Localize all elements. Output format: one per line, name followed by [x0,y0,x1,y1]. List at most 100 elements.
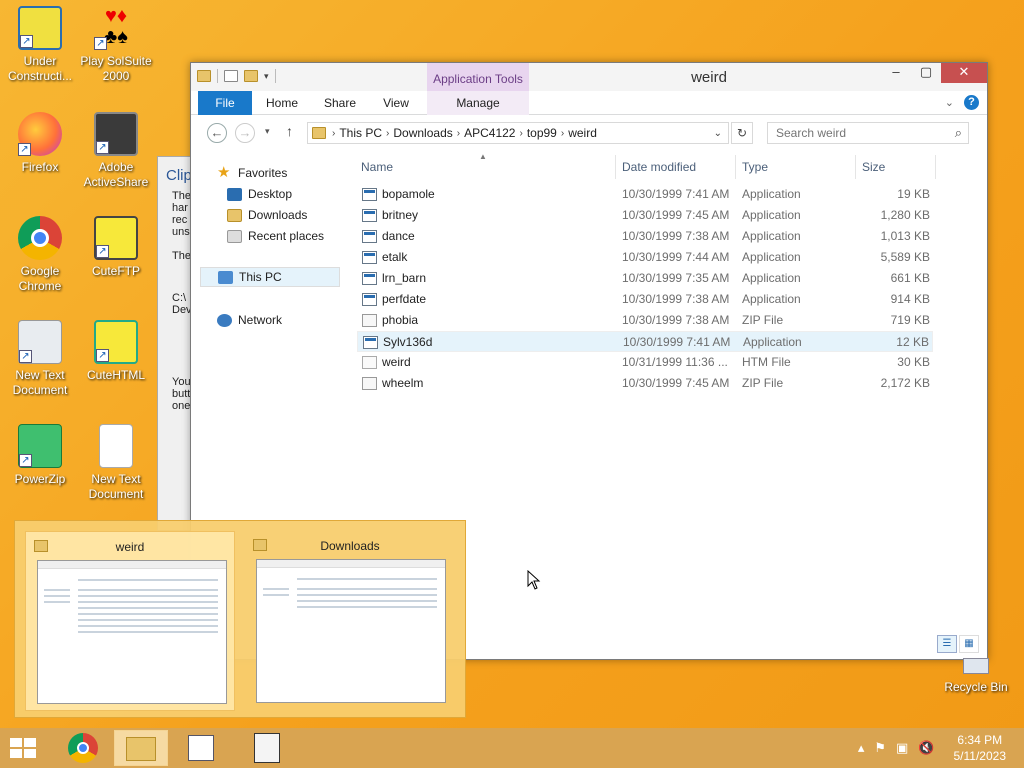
column-header-name[interactable]: Name [361,155,393,179]
file-row[interactable]: perfdate 10/30/1999 7:38 AM Application … [357,289,933,310]
star-icon: ★ [217,164,231,181]
file-row[interactable]: lrn_barn 10/30/1999 7:35 AM Application … [357,268,933,289]
breadcrumb-weird[interactable]: weird [564,126,601,140]
thumbnail-weird[interactable]: weird [25,531,235,711]
tab-manage[interactable]: Manage [427,91,529,115]
nav-network[interactable]: Network [217,310,282,330]
nav-this-pc[interactable]: This PC [200,267,340,287]
desktop-icon-label: Firefox [21,160,59,174]
taskbar-chrome[interactable] [56,730,110,766]
refresh-button[interactable]: ↻ [731,122,753,144]
network-tray-icon[interactable]: ▣ [896,740,908,756]
maximize-button[interactable]: ▢ [911,63,941,83]
thumbnail-downloads[interactable]: Downloads [245,531,455,711]
file-row[interactable]: bopamole 10/30/1999 7:41 AM Application … [357,184,933,205]
file-row[interactable]: britney 10/30/1999 7:45 AM Application 1… [357,205,933,226]
file-name: dance [382,229,415,243]
start-button[interactable] [10,738,38,760]
breadcrumb-apc4122[interactable]: APC4122 [460,126,519,140]
column-separator[interactable] [935,155,936,179]
action-center-flag-icon[interactable]: ⚑ [874,740,886,756]
tab-share[interactable]: Share [313,91,367,115]
column-header-date[interactable]: Date modified [622,155,696,179]
breadcrumb-downloads[interactable]: Downloads [389,126,456,140]
file-row[interactable]: Sylv136d 10/30/1999 7:41 AM Application … [357,331,933,352]
shortcut-arrow-icon: ↗ [96,349,109,362]
show-hidden-icons-icon[interactable]: ▴ [858,740,865,756]
forward-button[interactable]: → [235,123,255,143]
search-input[interactable] [776,126,936,140]
column-header-type[interactable]: Type [742,155,768,179]
column-separator[interactable] [735,155,736,179]
file-row[interactable]: phobia 10/30/1999 7:38 AM ZIP File 719 K… [357,310,933,331]
ribbon-tabs: File Home Share View Manage ⌄ ? [191,91,987,115]
file-explorer-icon [126,737,156,761]
desktop-icon-recycle-bin[interactable]: Recycle Bin [944,658,1008,694]
downloads-folder-icon [227,208,242,222]
close-button[interactable]: ✕ [941,63,987,83]
desktop-icon-solsuite[interactable]: ♥♦ ♣♠ ↗ Play SolSuite 2000 [76,6,156,84]
volume-muted-icon[interactable]: 🔇 [918,740,934,756]
file-type: Application [742,292,801,306]
file-date: 10/30/1999 7:44 AM [622,250,730,264]
expand-ribbon-icon[interactable]: ⌄ [945,96,954,109]
desktop-icon-label: Under Constructi... [7,54,73,83]
address-bar[interactable]: › This PC › Downloads › APC4122 › top99 … [307,122,729,144]
desktop-icon-cutehtml[interactable]: ↗ CuteHTML [76,320,156,383]
file-row[interactable]: weird 10/31/1999 11:36 ... HTM File 30 K… [357,352,933,373]
desktop-icon-cuteftp[interactable]: ↗ CuteFTP [76,216,156,279]
shortcut-arrow-icon: ↗ [19,350,32,363]
column-separator[interactable] [615,155,616,179]
desktop-icon-new-text-document-2[interactable]: New Text Document [76,424,156,502]
desktop-icon-powerzip[interactable]: ↗ PowerZip [0,424,80,487]
search-icon[interactable]: ⌕ [955,125,962,141]
tab-home[interactable]: Home [255,91,309,115]
gear-document-icon: ↗ [18,320,62,364]
nav-favorites[interactable]: ★ Favorites [217,163,287,183]
tab-view[interactable]: View [371,91,421,115]
desktop-icon-google-chrome[interactable]: Google Chrome [0,216,80,294]
search-box[interactable]: ⌕ [767,122,969,144]
back-button[interactable]: ← [207,123,227,143]
file-size: 19 KB [897,187,930,201]
clock[interactable]: 6:34 PM 5/11/2023 [940,732,1024,764]
notepad-icon [254,733,280,763]
nav-downloads[interactable]: Downloads [227,205,307,225]
address-dropdown-icon[interactable]: ⌄ [714,128,722,139]
desktop-icon-under-construction[interactable]: ↗ Under Constructi... [0,6,80,84]
file-date: 10/30/1999 7:38 AM [622,313,730,327]
minimize-button[interactable]: – [881,63,911,83]
file-name: phobia [382,313,419,327]
tab-file[interactable]: File [198,91,252,115]
desktop-icon-adobe-activeshare[interactable]: ↗ Adobe ActiveShare [76,112,156,190]
nav-desktop[interactable]: Desktop [227,184,292,204]
desktop-icon-new-text-document-1[interactable]: ↗ New Text Document [0,320,80,398]
nav-recent-places[interactable]: Recent places [227,226,324,246]
desktop-icon-firefox[interactable]: ↗ Firefox [0,112,80,175]
file-name: wheelm [382,376,424,390]
column-header-size[interactable]: Size [862,155,885,179]
file-row[interactable]: etalk 10/30/1999 7:44 AM Application 5,5… [357,247,933,268]
details-view-button[interactable]: ☰ [937,635,957,653]
taskbar-notepad[interactable] [240,730,294,766]
application-icon [363,336,378,349]
column-separator[interactable] [855,155,856,179]
file-size: 719 KB [890,313,930,327]
breadcrumb-top99[interactable]: top99 [523,126,561,140]
title-bar[interactable]: ▾ Application Tools weird – ▢ ✕ [191,63,987,91]
help-icon[interactable]: ? [964,95,979,110]
mouse-cursor-icon [527,569,541,593]
large-icons-view-button[interactable]: ▦ [959,635,979,653]
up-arrow-icon[interactable]: ↑ [286,123,293,139]
window-title: weird [691,69,727,86]
file-row[interactable]: dance 10/30/1999 7:38 AM Application 1,0… [357,226,933,247]
nav-this-pc-label: This PC [239,270,282,284]
taskbar-app-list[interactable] [174,730,228,766]
file-name: weird [382,355,411,369]
file-type: ZIP File [742,313,784,327]
taskbar-file-explorer[interactable] [114,730,168,766]
recent-locations-icon[interactable]: ▾ [265,126,270,137]
breadcrumb-this-pc[interactable]: This PC [335,126,386,140]
file-row[interactable]: wheelm 10/30/1999 7:45 AM ZIP File 2,172… [357,373,933,394]
desktop-icon-label: New Text Document [12,368,68,397]
